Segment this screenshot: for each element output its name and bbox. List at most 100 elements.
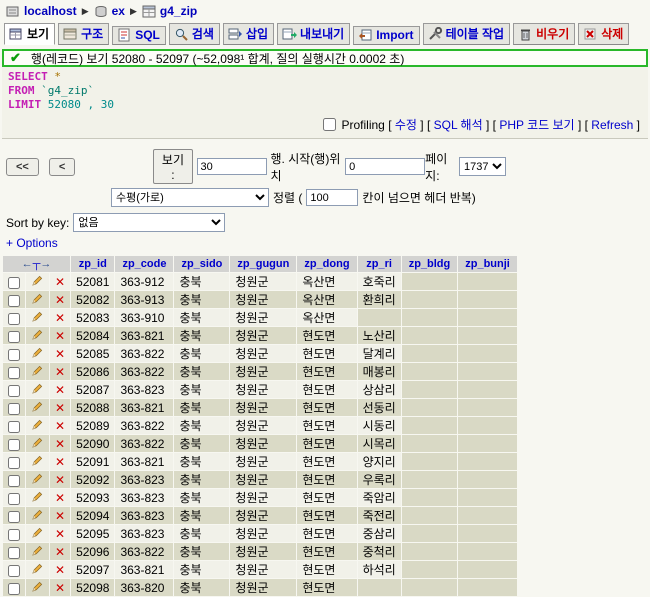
delete-icon[interactable]: ✕ [55, 347, 65, 361]
edit-icon[interactable] [31, 490, 44, 506]
row-checkbox[interactable] [8, 547, 20, 559]
row-checkbox[interactable] [8, 403, 20, 415]
repeat-headers-input[interactable] [306, 189, 358, 206]
delete-icon[interactable]: ✕ [55, 545, 65, 559]
edit-icon[interactable] [31, 436, 44, 452]
edit-icon[interactable] [31, 526, 44, 542]
edit-icon[interactable] [31, 508, 44, 524]
row-checkbox[interactable] [8, 565, 20, 577]
tab-테이블-작업[interactable]: 테이블 작업 [423, 23, 511, 45]
edit-icon[interactable] [31, 328, 44, 344]
delete-icon[interactable]: ✕ [55, 509, 65, 523]
row-checkbox[interactable] [8, 529, 20, 541]
row-checkbox[interactable] [8, 475, 20, 487]
tab-삽입[interactable]: 삽입 [223, 23, 274, 45]
tab-내보내기[interactable]: 내보내기 [277, 23, 350, 45]
options-toggle-link[interactable]: + Options [6, 236, 644, 250]
delete-icon[interactable]: ✕ [55, 473, 65, 487]
edit-icon[interactable] [31, 382, 44, 398]
profiling-link[interactable]: Refresh [591, 118, 633, 132]
delete-icon[interactable]: ✕ [55, 455, 65, 469]
edit-icon[interactable] [31, 346, 44, 362]
tab-보기[interactable]: 보기 [4, 23, 55, 45]
row-checkbox[interactable] [8, 295, 20, 307]
edit-icon[interactable] [31, 562, 44, 578]
column-header-zp_id[interactable]: zp_id [71, 256, 114, 272]
row-checkbox[interactable] [8, 421, 20, 433]
breadcrumb-server[interactable]: localhost [24, 4, 77, 18]
profiling-link[interactable]: 수정 [395, 118, 417, 132]
tab-구조[interactable]: 구조 [58, 23, 109, 45]
num-rows-input[interactable] [197, 158, 267, 175]
table-row: ✕52081363-912충북청원군옥산면호죽리 [3, 273, 517, 290]
delete-icon[interactable]: ✕ [55, 563, 65, 577]
delete-icon[interactable]: ✕ [55, 437, 65, 451]
column-move-control[interactable]: ←┬→ [3, 256, 70, 272]
column-header-zp_bunji[interactable]: zp_bunji [458, 256, 517, 272]
column-header-zp_gugun[interactable]: zp_gugun [230, 256, 296, 272]
edit-icon[interactable] [31, 292, 44, 308]
row-checkbox[interactable] [8, 457, 20, 469]
arrow-left-icon[interactable]: ← [22, 258, 33, 270]
delete-icon[interactable]: ✕ [55, 275, 65, 289]
profiling-checkbox[interactable] [323, 118, 336, 131]
row-checkbox[interactable] [8, 367, 20, 379]
profiling-link[interactable]: PHP 코드 보기 [499, 118, 574, 132]
delete-icon[interactable]: ✕ [55, 329, 65, 343]
cell-zp_bunji [458, 273, 517, 290]
edit-icon[interactable] [31, 310, 44, 326]
column-header-zp_bldg[interactable]: zp_bldg [402, 256, 458, 272]
row-checkbox[interactable] [8, 349, 20, 361]
column-header-zp_ri[interactable]: zp_ri [358, 256, 401, 272]
column-header-zp_dong[interactable]: zp_dong [297, 256, 356, 272]
cell-zp_bldg [402, 453, 458, 470]
tab-비우기[interactable]: 비우기 [513, 23, 575, 45]
breadcrumb-database[interactable]: ex [112, 4, 125, 18]
sort-row: Sort by key: 없음 [6, 213, 644, 232]
edit-icon[interactable] [31, 454, 44, 470]
display-mode-select[interactable]: 수평(가로) [111, 188, 269, 207]
delete-icon[interactable]: ✕ [55, 365, 65, 379]
page-select[interactable]: 1737 [459, 157, 506, 176]
delete-icon[interactable]: ✕ [55, 527, 65, 541]
profiling-link[interactable]: SQL 해석 [434, 118, 483, 132]
row-checkbox[interactable] [8, 385, 20, 397]
edit-icon[interactable] [31, 580, 44, 596]
edit-icon[interactable] [31, 418, 44, 434]
tab-sql[interactable]: SQL [112, 26, 166, 45]
column-header-zp_code[interactable]: zp_code [115, 256, 173, 272]
edit-icon[interactable] [31, 274, 44, 290]
edit-icon[interactable] [31, 472, 44, 488]
start-row-input[interactable] [345, 158, 425, 175]
delete-icon[interactable]: ✕ [55, 401, 65, 415]
first-page-button[interactable]: << [6, 158, 39, 176]
edit-icon[interactable] [31, 364, 44, 380]
row-checkbox[interactable] [8, 331, 20, 343]
arrow-right-icon[interactable]: → [40, 258, 51, 270]
row-checkbox[interactable] [8, 439, 20, 451]
row-checkbox[interactable] [8, 511, 20, 523]
export-icon [282, 27, 297, 41]
cell-zp_id: 52093 [71, 489, 114, 506]
row-checkbox[interactable] [8, 313, 20, 325]
tab-삭제[interactable]: 삭제 [578, 23, 629, 45]
breadcrumb-table[interactable]: g4_zip [160, 4, 197, 18]
delete-icon[interactable]: ✕ [55, 293, 65, 307]
cell-zp_dong: 현도면 [297, 417, 356, 434]
delete-icon[interactable]: ✕ [55, 311, 65, 325]
cell-zp_bunji [458, 363, 517, 380]
delete-icon[interactable]: ✕ [55, 383, 65, 397]
prev-page-button[interactable]: < [49, 158, 75, 176]
row-checkbox[interactable] [8, 277, 20, 289]
tab-검색[interactable]: 검색 [169, 23, 220, 45]
delete-icon[interactable]: ✕ [55, 581, 65, 595]
column-header-zp_sido[interactable]: zp_sido [174, 256, 229, 272]
edit-icon[interactable] [31, 544, 44, 560]
row-checkbox[interactable] [8, 583, 20, 595]
delete-icon[interactable]: ✕ [55, 491, 65, 505]
sort-by-key-select[interactable]: 없음 [73, 213, 225, 232]
tab-import[interactable]: Import [353, 26, 419, 45]
delete-icon[interactable]: ✕ [55, 419, 65, 433]
edit-icon[interactable] [31, 400, 44, 416]
show-button[interactable]: 보기 : [153, 149, 192, 184]
